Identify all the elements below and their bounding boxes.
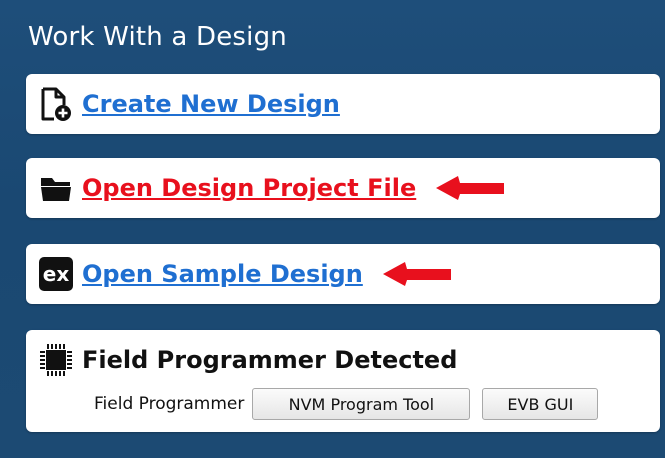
field-programmer-card: Field Programmer Detected Field Programm… [26, 330, 660, 432]
new-document-icon [38, 86, 74, 122]
work-with-design-panel: Work With a Design Create New Design Ope… [0, 0, 665, 458]
field-programmer-header: Field Programmer Detected [38, 342, 457, 378]
field-programmer-title: Field Programmer Detected [82, 346, 458, 374]
left-arrow-icon [436, 176, 505, 200]
open-design-project-file-link[interactable]: Open Design Project File [82, 174, 416, 202]
card-row: ex Open Sample Design [26, 244, 660, 304]
create-new-design-card[interactable]: Create New Design [26, 74, 660, 134]
folder-icon [38, 170, 74, 206]
chip-icon [40, 344, 72, 376]
card-row: Open Design Project File [26, 158, 660, 218]
nvm-program-tool-button[interactable]: NVM Program Tool [252, 388, 471, 420]
create-new-design-link[interactable]: Create New Design [82, 90, 340, 118]
card-row: Create New Design [26, 74, 660, 134]
open-design-project-file-card[interactable]: Open Design Project File [26, 158, 660, 218]
field-programmer-controls: Field Programmer NVM Program Tool EVB GU… [94, 388, 610, 420]
field-programmer-label: Field Programmer [94, 394, 245, 414]
open-sample-design-link[interactable]: Open Sample Design [82, 260, 363, 288]
evb-gui-button[interactable]: EVB GUI [482, 388, 599, 420]
ex-badge: ex [39, 257, 73, 291]
ex-icon: ex [38, 256, 74, 292]
open-sample-design-card[interactable]: ex Open Sample Design [26, 244, 660, 304]
left-arrow-icon [382, 262, 451, 286]
panel-title: Work With a Design [28, 22, 287, 52]
